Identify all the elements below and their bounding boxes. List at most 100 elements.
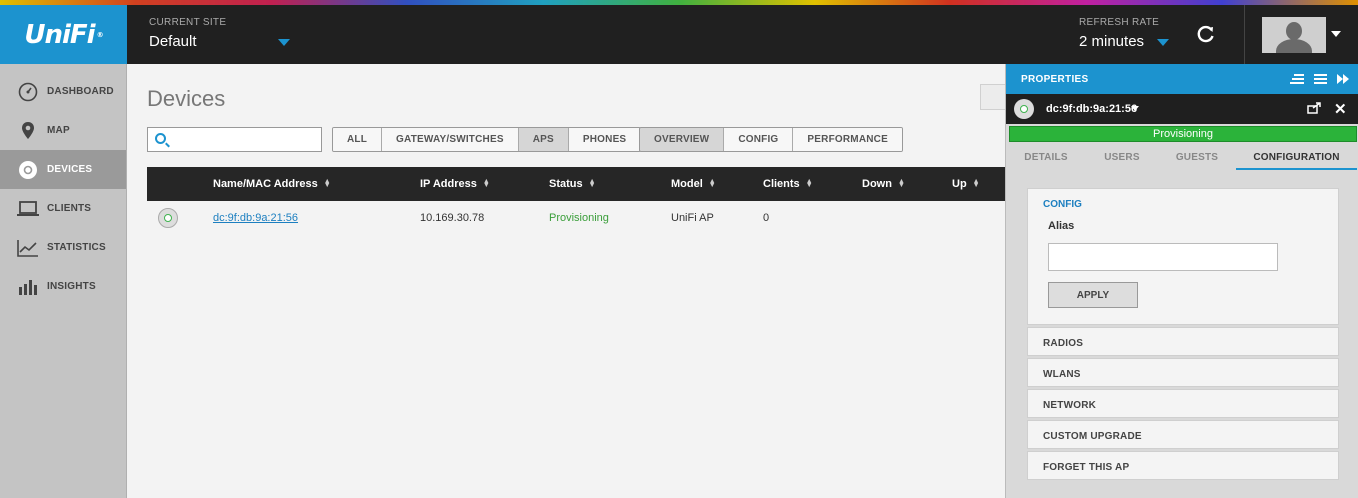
unifi-logo[interactable]: UniFi ® bbox=[0, 5, 127, 64]
filter-all[interactable]: ALL bbox=[333, 128, 383, 151]
config-section: CONFIG Alias APPLY bbox=[1027, 188, 1339, 325]
view-selector: OVERVIEW CONFIG PERFORMANCE bbox=[639, 127, 903, 152]
sidebar-item-label: STATISTICS bbox=[47, 242, 106, 253]
logo-registered-mark: ® bbox=[96, 30, 104, 39]
sidebar-item-label: MAP bbox=[47, 125, 70, 136]
view-overview[interactable]: OVERVIEW bbox=[640, 128, 725, 151]
device-status: Provisioning bbox=[549, 212, 609, 224]
section-radios[interactable]: RADIOS bbox=[1027, 327, 1339, 356]
sort-icon: ▲ ▼ bbox=[972, 178, 980, 189]
laptop-icon bbox=[17, 198, 39, 220]
list-icon[interactable] bbox=[1314, 73, 1327, 87]
section-network[interactable]: NETWORK bbox=[1027, 389, 1339, 418]
sort-icon: ▲ ▼ bbox=[805, 178, 813, 189]
column-label: Up bbox=[952, 178, 967, 190]
filter-aps[interactable]: APS bbox=[518, 128, 569, 151]
site-value: Default bbox=[149, 33, 197, 50]
collapse-panel-icon[interactable] bbox=[1337, 73, 1349, 87]
logo-text: UniFi bbox=[24, 19, 95, 50]
alias-label: Alias bbox=[1048, 220, 1075, 232]
site-caret-icon[interactable] bbox=[278, 39, 290, 46]
sidebar-item-label: INSIGHTS bbox=[47, 281, 96, 292]
column-header-down[interactable]: Down ▲ ▼ bbox=[862, 178, 905, 190]
device-ip: 10.169.30.78 bbox=[420, 212, 485, 224]
column-header-model[interactable]: Model ▲ ▼ bbox=[671, 178, 716, 190]
sidebar-item-dashboard[interactable]: DASHBOARD bbox=[0, 72, 126, 111]
device-clients: 0 bbox=[763, 212, 770, 224]
section-custom-upgrade[interactable]: CUSTOM UPGRADE bbox=[1027, 420, 1339, 449]
device-status-icon bbox=[1014, 99, 1034, 119]
column-label: IP Address bbox=[420, 178, 477, 190]
site-caption: CURRENT SITE bbox=[149, 17, 227, 28]
tab-guests[interactable]: GUESTS bbox=[1158, 146, 1236, 170]
column-label: Clients bbox=[763, 178, 800, 190]
tab-details[interactable]: DETAILS bbox=[1006, 146, 1086, 170]
sidebar-item-label: CLIENTS bbox=[47, 203, 92, 214]
status-bar: Provisioning bbox=[1009, 126, 1357, 142]
section-forget-ap[interactable]: FORGET THIS AP bbox=[1027, 451, 1339, 480]
column-header-ip[interactable]: IP Address ▲ ▼ bbox=[420, 178, 490, 190]
config-title[interactable]: CONFIG bbox=[1043, 199, 1082, 210]
tab-configuration[interactable]: CONFIGURATION bbox=[1236, 146, 1357, 170]
sidebar-item-label: DASHBOARD bbox=[47, 86, 114, 97]
sort-icon: ▲ ▼ bbox=[897, 178, 905, 189]
filter-gateway-switches[interactable]: GATEWAY/SWITCHES bbox=[382, 128, 519, 151]
section-wlans[interactable]: WLANS bbox=[1027, 358, 1339, 387]
popout-icon[interactable] bbox=[1307, 102, 1321, 117]
refresh-icon[interactable] bbox=[1195, 24, 1217, 46]
search-box[interactable] bbox=[147, 127, 322, 152]
column-header-up[interactable]: Up ▲ ▼ bbox=[952, 178, 980, 190]
sort-icon: ▲ ▼ bbox=[482, 178, 490, 189]
table-row[interactable]: dc:9f:db:9a:21:56 10.169.30.78 Provision… bbox=[147, 201, 1005, 235]
refresh-caret-icon[interactable] bbox=[1157, 39, 1169, 46]
avatar[interactable] bbox=[1262, 17, 1326, 53]
column-header-clients[interactable]: Clients ▲ ▼ bbox=[763, 178, 813, 190]
panel-tabs: DETAILS USERS GUESTS CONFIGURATION bbox=[1006, 146, 1358, 170]
user-divider bbox=[1244, 5, 1245, 64]
sidebar-item-insights[interactable]: INSIGHTS bbox=[0, 267, 126, 306]
search-input[interactable] bbox=[170, 130, 318, 149]
corner-button[interactable] bbox=[980, 84, 1005, 110]
tab-users[interactable]: USERS bbox=[1086, 146, 1158, 170]
dashboard-icon bbox=[17, 81, 39, 103]
column-label: Down bbox=[862, 178, 892, 190]
refresh-value: 2 minutes bbox=[1079, 33, 1145, 50]
list-compact-icon[interactable] bbox=[1290, 73, 1304, 87]
view-config[interactable]: CONFIG bbox=[724, 128, 794, 151]
user-menu-caret-icon[interactable] bbox=[1331, 31, 1341, 37]
sidebar-item-statistics[interactable]: STATISTICS bbox=[0, 228, 126, 267]
column-label: Model bbox=[671, 178, 703, 190]
column-header-name[interactable]: Name/MAC Address ▲ ▼ bbox=[213, 178, 331, 190]
view-performance[interactable]: PERFORMANCE bbox=[793, 128, 902, 151]
sidebar-item-map[interactable]: MAP bbox=[0, 111, 126, 150]
main-content: Devices ALL GATEWAY/SWITCHES APS PHONES … bbox=[127, 64, 1005, 498]
refresh-rate-selector[interactable]: REFRESH RATE 2 minutes bbox=[1079, 17, 1159, 50]
column-label: Name/MAC Address bbox=[213, 178, 318, 190]
column-header-status[interactable]: Status ▲ ▼ bbox=[549, 178, 596, 190]
map-pin-icon bbox=[17, 120, 39, 142]
device-name-link[interactable]: dc:9f:db:9a:21:56 bbox=[213, 212, 298, 224]
device-bar: dc:9f:db:9a:21:56 ✕ bbox=[1006, 94, 1358, 124]
sidebar-item-devices[interactable]: DEVICES bbox=[0, 150, 126, 189]
device-status-icon bbox=[158, 208, 178, 228]
properties-title: PROPERTIES bbox=[1021, 74, 1089, 85]
site-selector[interactable]: CURRENT SITE Default bbox=[149, 17, 226, 50]
page-title: Devices bbox=[147, 86, 226, 111]
device-mac[interactable]: dc:9f:db:9a:21:56 bbox=[1046, 103, 1137, 115]
close-icon[interactable]: ✕ bbox=[1334, 100, 1347, 118]
apply-button[interactable]: APPLY bbox=[1048, 282, 1138, 308]
sidebar: DASHBOARD MAP DEVICES CLIENTS STATISTICS… bbox=[0, 64, 127, 498]
column-label: Status bbox=[549, 178, 583, 190]
properties-panel: PROPERTIES dc:9f:db:9a:21:56 ✕ Provision… bbox=[1005, 64, 1358, 498]
line-chart-icon bbox=[17, 237, 39, 259]
device-type-filter: ALL GATEWAY/SWITCHES APS PHONES bbox=[332, 127, 642, 152]
device-menu-caret-icon[interactable] bbox=[1131, 106, 1139, 111]
table-header: Name/MAC Address ▲ ▼ IP Address ▲ ▼ Status ▲ ▼… bbox=[147, 167, 1005, 201]
top-bar: UniFi ® CURRENT SITE Default REFRESH RATE… bbox=[0, 5, 1358, 64]
sort-icon: ▲ ▼ bbox=[323, 178, 331, 189]
sort-icon: ▲ ▼ bbox=[588, 178, 596, 189]
filter-phones[interactable]: PHONES bbox=[568, 128, 641, 151]
alias-input[interactable] bbox=[1048, 243, 1278, 271]
sidebar-item-clients[interactable]: CLIENTS bbox=[0, 189, 126, 228]
search-icon bbox=[155, 133, 166, 144]
